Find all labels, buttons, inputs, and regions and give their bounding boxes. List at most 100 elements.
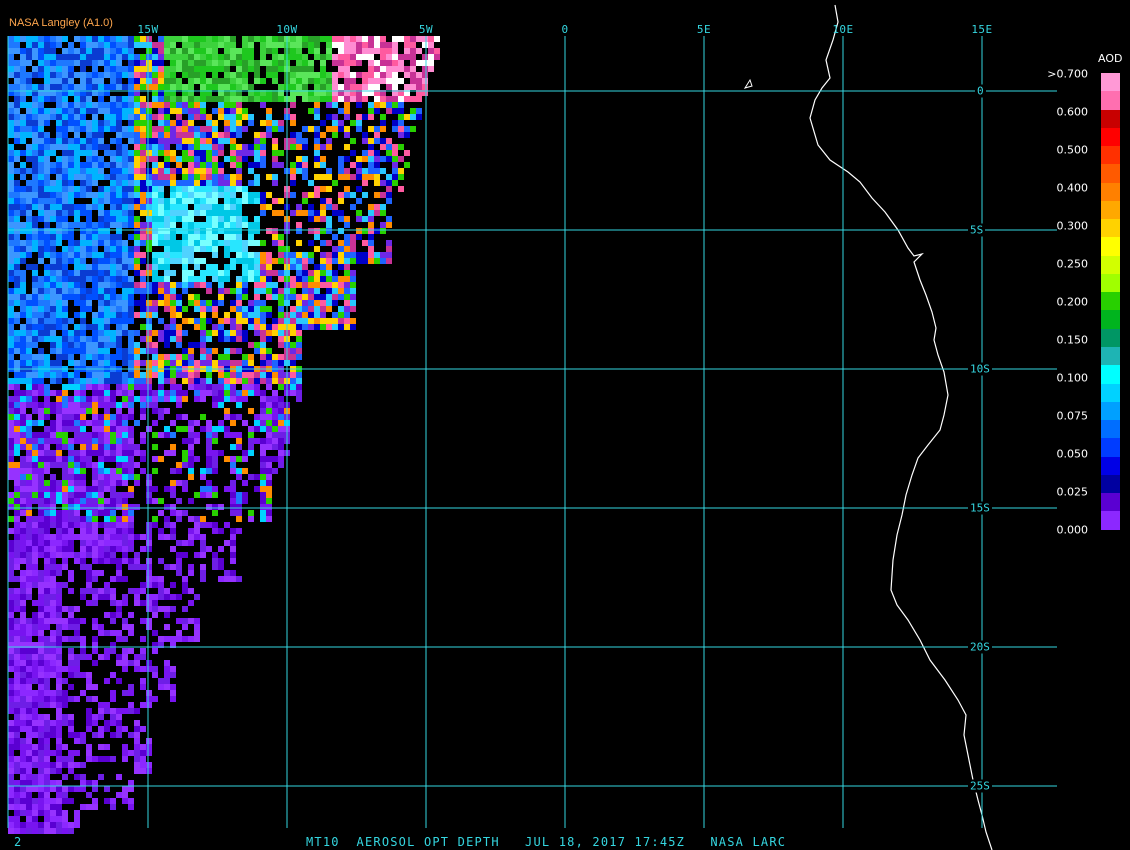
legend-swatch <box>1101 474 1120 494</box>
aod-pixel <box>122 396 128 402</box>
aod-pixel <box>8 198 14 204</box>
aod-pixel <box>212 456 218 462</box>
aod-pixel <box>374 66 380 72</box>
aod-pixel <box>44 594 50 600</box>
aod-pixel <box>44 636 50 642</box>
aod-pixel <box>26 666 32 672</box>
aod-pixel <box>110 84 116 90</box>
aod-pixel <box>194 126 200 132</box>
aod-pixel <box>14 402 20 408</box>
aod-pixel <box>230 72 236 78</box>
aod-pixel <box>38 48 44 54</box>
legend-swatch <box>1101 346 1120 366</box>
aod-pixel <box>110 510 116 516</box>
aod-pixel <box>128 108 134 114</box>
aod-pixel <box>122 66 128 72</box>
aod-pixel <box>14 318 20 324</box>
aod-pixel <box>296 324 302 330</box>
aod-pixel <box>266 312 272 318</box>
aod-pixel <box>80 54 86 60</box>
aod-pixel <box>80 342 86 348</box>
aod-pixel <box>158 198 164 204</box>
aod-pixel <box>50 180 56 186</box>
aod-pixel <box>74 816 80 822</box>
aod-pixel <box>320 240 326 246</box>
aod-pixel <box>38 660 44 666</box>
aod-pixel <box>434 54 440 60</box>
aod-pixel <box>110 180 116 186</box>
aod-pixel <box>254 258 260 264</box>
aod-pixel <box>212 276 218 282</box>
aod-pixel <box>176 240 182 246</box>
aod-pixel <box>110 450 116 456</box>
aod-pixel <box>206 150 212 156</box>
aod-pixel <box>272 468 278 474</box>
aod-pixel <box>140 312 146 318</box>
aod-pixel <box>374 48 380 54</box>
aod-pixel <box>104 432 110 438</box>
aod-pixel <box>32 408 38 414</box>
aod-pixel <box>104 426 110 432</box>
aod-pixel <box>338 252 344 258</box>
aod-pixel <box>158 336 164 342</box>
aod-pixel <box>44 504 50 510</box>
aod-pixel <box>242 270 248 276</box>
aod-pixel <box>290 48 296 54</box>
aod-pixel <box>338 54 344 60</box>
aod-pixel <box>158 456 164 462</box>
aod-pixel <box>152 432 158 438</box>
aod-pixel <box>110 54 116 60</box>
aod-pixel <box>26 540 32 546</box>
aod-pixel <box>26 552 32 558</box>
aod-pixel <box>290 36 296 42</box>
aod-pixel <box>194 108 200 114</box>
aod-pixel <box>80 420 86 426</box>
aod-pixel <box>74 510 80 516</box>
aod-pixel <box>68 498 74 504</box>
aod-pixel <box>332 204 338 210</box>
aod-pixel <box>80 114 86 120</box>
aod-pixel <box>56 822 62 828</box>
aod-pixel <box>32 612 38 618</box>
aod-pixel <box>128 156 134 162</box>
aod-pixel <box>20 672 26 678</box>
aod-pixel <box>38 144 44 150</box>
aod-pixel <box>200 78 206 84</box>
aod-pixel <box>170 204 176 210</box>
aod-pixel <box>266 36 272 42</box>
aod-pixel <box>260 36 266 42</box>
aod-pixel <box>116 774 122 780</box>
aod-pixel <box>20 138 26 144</box>
aod-pixel <box>68 342 74 348</box>
aod-pixel <box>62 666 68 672</box>
aod-pixel <box>14 108 20 114</box>
aod-pixel <box>104 36 110 42</box>
aod-pixel <box>332 246 338 252</box>
aod-pixel <box>92 786 98 792</box>
aod-pixel <box>170 234 176 240</box>
aod-pixel <box>368 42 374 48</box>
aod-pixel <box>62 498 68 504</box>
aod-pixel <box>164 678 170 684</box>
aod-pixel <box>254 438 260 444</box>
aod-pixel <box>32 720 38 726</box>
aod-pixel <box>116 636 122 642</box>
aod-pixel <box>110 432 116 438</box>
aod-pixel <box>260 414 266 420</box>
aod-pixel <box>44 618 50 624</box>
aod-pixel <box>302 78 308 84</box>
legend-swatch <box>1101 164 1120 183</box>
aod-pixel <box>14 618 20 624</box>
aod-pixel <box>152 456 158 462</box>
aod-pixel <box>8 756 14 762</box>
aod-pixel <box>50 480 56 486</box>
aod-pixel <box>44 558 50 564</box>
legend-tick-label: 0.075 <box>1056 409 1089 423</box>
aod-pixel <box>86 162 92 168</box>
aod-pixel <box>74 624 80 630</box>
aod-pixel <box>14 792 20 798</box>
aod-pixel <box>308 48 314 54</box>
longitude-label: 10W <box>276 23 298 36</box>
aod-pixel <box>86 186 92 192</box>
aod-pixel <box>338 48 344 54</box>
